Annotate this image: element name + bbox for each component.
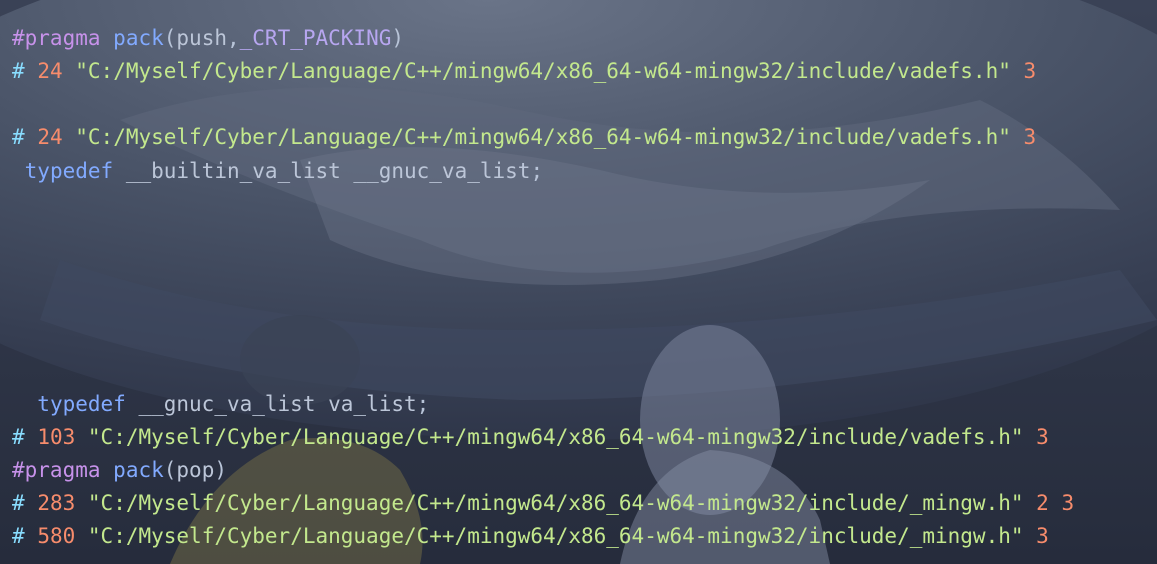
pragma-name: pack (113, 458, 164, 482)
code-editor[interactable]: #pragma pack(push,_CRT_PACKING) # 24 "C:… (0, 0, 1157, 564)
code-line-4: typedef __builtin_va_list __gnuc_va_list… (12, 155, 543, 188)
line-flag: 2 3 (1036, 491, 1075, 515)
code-line-7: #pragma pack(pop) (12, 454, 227, 487)
code-line-9: # 580 "C:/Myself/Cyber/Language/C++/ming… (12, 520, 1049, 553)
file-path-string: "C:/Myself/Cyber/Language/C++/mingw64/x8… (75, 125, 1011, 149)
line-number: 103 (37, 425, 76, 449)
code-line-8: # 283 "C:/Myself/Cyber/Language/C++/ming… (12, 487, 1074, 520)
type-identifier: va_list (328, 392, 417, 416)
line-flag: 3 (1036, 524, 1049, 548)
type-identifier: __builtin_va_list (125, 159, 341, 183)
type-identifier: __gnuc_va_list (353, 159, 531, 183)
line-marker-hash: # (12, 125, 25, 149)
preprocessor-directive: #pragma (12, 458, 101, 482)
pragma-arg: pop (176, 458, 215, 482)
file-path-string: "C:/Myself/Cyber/Language/C++/mingw64/x8… (75, 59, 1011, 83)
typedef-keyword: typedef (37, 392, 126, 416)
code-line-3: # 24 "C:/Myself/Cyber/Language/C++/mingw… (12, 121, 1036, 154)
line-flag: 3 (1023, 59, 1037, 83)
line-marker-hash: # (12, 59, 25, 83)
line-number: 580 (37, 524, 76, 548)
file-path-string: "C:/Myself/Cyber/Language/C++/mingw64/x8… (87, 524, 1024, 548)
type-identifier: __gnuc_va_list (138, 392, 316, 416)
line-marker-hash: # (12, 425, 25, 449)
file-path-string: "C:/Myself/Cyber/Language/C++/mingw64/x8… (87, 425, 1024, 449)
close-paren: ) (391, 26, 405, 50)
line-number: 24 (37, 59, 63, 83)
preprocessor-directive: #pragma (12, 26, 101, 50)
semicolon: ; (530, 159, 544, 183)
line-flag: 3 (1023, 125, 1037, 149)
line-number: 24 (37, 125, 63, 149)
semicolon: ; (416, 392, 430, 416)
line-marker-hash: # (12, 491, 25, 515)
open-paren: ( (163, 458, 177, 482)
file-path-string: "C:/Myself/Cyber/Language/C++/mingw64/x8… (87, 491, 1024, 515)
code-line-1: #pragma pack(push,_CRT_PACKING) (12, 22, 404, 55)
pragma-arg: push (176, 26, 227, 50)
line-number: 283 (37, 491, 76, 515)
line-marker-hash: # (12, 524, 25, 548)
code-line-6: # 103 "C:/Myself/Cyber/Language/C++/ming… (12, 421, 1049, 454)
open-paren: ( (163, 26, 177, 50)
line-flag: 3 (1036, 425, 1049, 449)
pragma-name: pack (113, 26, 164, 50)
code-line-2: # 24 "C:/Myself/Cyber/Language/C++/mingw… (12, 55, 1036, 88)
typedef-keyword: typedef (24, 159, 114, 183)
code-line-5: typedef __gnuc_va_list va_list; (12, 388, 429, 421)
comma: , (226, 26, 240, 50)
macro-name: _CRT_PACKING (239, 26, 392, 50)
close-paren: ) (214, 458, 227, 482)
